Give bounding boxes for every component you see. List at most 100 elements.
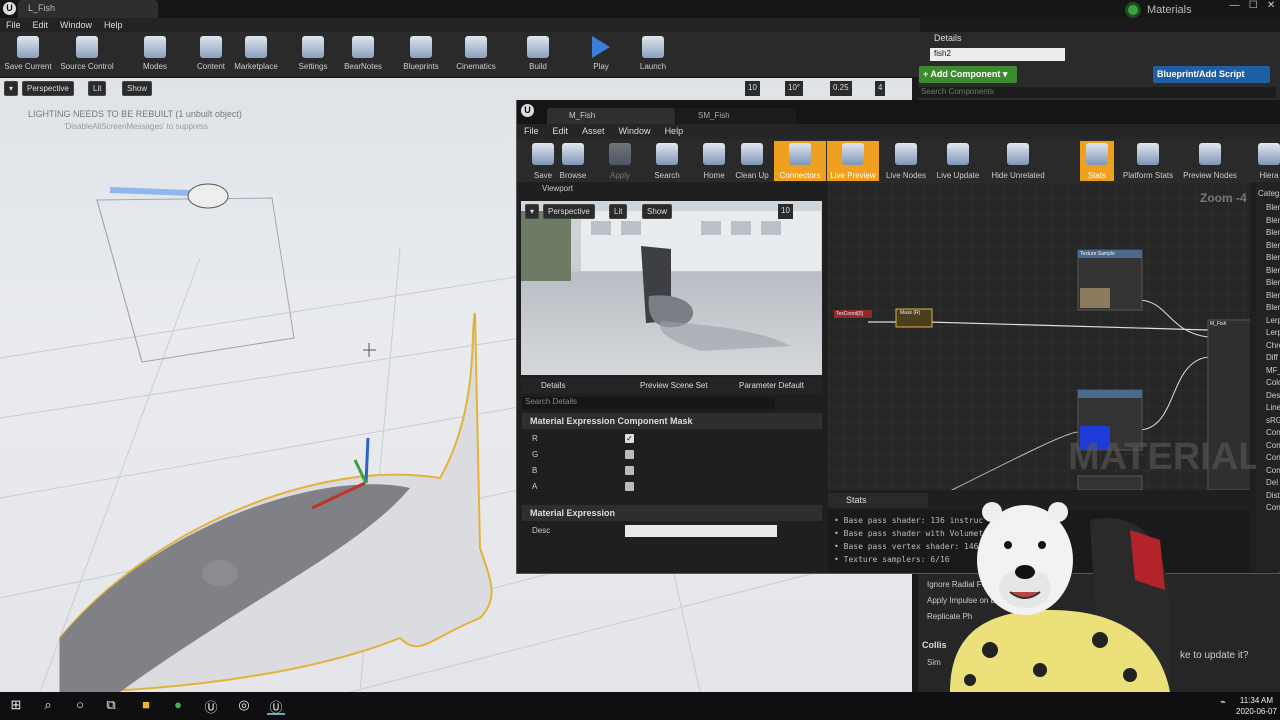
stats-tab[interactable]: Stats — [828, 493, 928, 508]
node-texcoord[interactable]: TexCoord[0] — [836, 311, 863, 317]
material-preview-viewport[interactable] — [521, 201, 822, 375]
channel-g-checkbox[interactable] — [625, 450, 634, 459]
palette-item[interactable]: Blen — [1256, 202, 1280, 215]
mat-search-button[interactable]: Search — [641, 141, 693, 180]
palette-item[interactable]: Blen — [1256, 290, 1280, 303]
palette-item[interactable]: Blen — [1256, 252, 1280, 265]
channel-a-checkbox[interactable] — [625, 482, 634, 491]
cortana-icon[interactable]: ○ — [71, 697, 89, 715]
close-button[interactable]: ✕ — [1267, 0, 1275, 14]
show-button[interactable]: Show — [122, 81, 153, 96]
tab-parameter-default[interactable]: Parameter Default — [739, 381, 804, 390]
mat-preview-nodes-button[interactable]: Preview Nodes — [1182, 141, 1238, 180]
mat-live-nodes-button[interactable]: Live Nodes — [880, 141, 932, 180]
launch-button[interactable]: Launch — [625, 34, 681, 71]
lit-button[interactable]: Lit — [88, 81, 107, 96]
palette-item[interactable]: Del — [1256, 477, 1280, 490]
rotation-snap-value[interactable]: 10° — [785, 81, 804, 96]
menu-window[interactable]: Window — [54, 18, 98, 32]
palette-item[interactable]: Con — [1256, 452, 1280, 465]
mat-live-update-button[interactable]: Live Update — [932, 141, 984, 180]
unity-taskbar-icon[interactable]: ◎ — [235, 697, 253, 715]
viewport-options-button[interactable]: ▾ — [4, 81, 18, 96]
mat-live-preview-button[interactable]: Live Preview — [827, 141, 879, 181]
palette-item[interactable]: Con — [1256, 465, 1280, 478]
palette-item[interactable]: Blen — [1256, 302, 1280, 315]
grid-snap-value[interactable]: 10 — [745, 81, 760, 96]
mat-apply-button[interactable]: Apply — [594, 141, 646, 180]
palette-item[interactable]: Lerp — [1256, 327, 1280, 340]
marketplace-button[interactable]: Marketplace — [228, 34, 284, 71]
palette-item[interactable]: Diff — [1256, 352, 1280, 365]
mat-hide-unrelated-button[interactable]: Hide Unrelated — [987, 141, 1049, 180]
source-control-button[interactable]: Source Control — [58, 34, 116, 71]
search-icon[interactable]: ⌕ — [39, 697, 57, 715]
palette-item[interactable]: Lerp — [1256, 315, 1280, 328]
palette-item[interactable]: Con — [1256, 440, 1280, 453]
menu-help[interactable]: Help — [98, 18, 129, 32]
preview-perspective-button[interactable]: Perspective — [543, 204, 595, 219]
search-details-input[interactable]: Search Details — [522, 397, 775, 409]
level-tab[interactable]: L_Fish — [18, 0, 158, 18]
mat-menu-file[interactable]: File — [517, 124, 546, 139]
node-texture-sample-1[interactable]: Texture Sample — [1080, 251, 1115, 257]
tab-sm-fish[interactable]: SM_Fish — [676, 108, 796, 124]
cinematics-button[interactable]: Cinematics — [448, 34, 504, 71]
details-tab[interactable]: Details — [922, 33, 1042, 47]
mat-connectors-button[interactable]: Connectors — [774, 141, 826, 181]
tab-m-fish[interactable]: M_Fish — [547, 108, 675, 124]
mat-hierarchy-button[interactable]: Hiera — [1257, 141, 1280, 180]
mat-menu-asset[interactable]: Asset — [575, 124, 612, 139]
mat-menu-window[interactable]: Window — [612, 124, 658, 139]
add-component-button[interactable]: + Add Component ▾ — [919, 66, 1017, 83]
tab-preview-scene-set[interactable]: Preview Scene Set — [640, 381, 708, 390]
modes-button[interactable]: Modes — [127, 34, 183, 71]
unreal-taskbar-icon[interactable]: Ⓤ — [202, 697, 220, 715]
build-button[interactable]: Build — [510, 34, 566, 71]
chrome-icon[interactable]: ● — [169, 697, 187, 715]
maximize-button[interactable]: ☐ — [1249, 0, 1258, 14]
details-search-input[interactable]: fish2 — [930, 48, 1065, 61]
palette-item[interactable]: Blen — [1256, 265, 1280, 278]
preview-viewport-tab[interactable]: Viewport — [522, 184, 602, 198]
palette-item[interactable]: sRG — [1256, 415, 1280, 428]
mat-platform-stats-button[interactable]: Platform Stats — [1120, 141, 1176, 180]
mat-cleanup-button[interactable]: Clean Up — [726, 141, 778, 180]
mat-menu-help[interactable]: Help — [658, 124, 691, 139]
minimize-button[interactable]: — — [1230, 0, 1240, 14]
scale-snap-value[interactable]: 0.25 — [830, 81, 852, 96]
blueprint-add-script-button[interactable]: Blueprint/Add Script — [1153, 66, 1270, 83]
menu-file[interactable]: File — [0, 18, 27, 32]
bearnotes-button[interactable]: BearNotes — [335, 34, 391, 71]
palette-item[interactable]: Blen — [1256, 240, 1280, 253]
palette-item[interactable]: Dist — [1256, 490, 1280, 503]
palette-item[interactable]: Blen — [1256, 277, 1280, 290]
mat-browse-button[interactable]: Browse — [547, 141, 599, 180]
camera-speed-value[interactable]: 4 — [875, 81, 886, 96]
network-icon[interactable]: ⌁ — [1214, 697, 1232, 715]
tab-details[interactable]: Details — [541, 381, 565, 390]
section-material-expression[interactable]: Material Expression — [522, 505, 822, 521]
palette-item[interactable]: MF_ — [1256, 365, 1280, 378]
preview-show-button[interactable]: Show — [642, 204, 673, 219]
preview-lit-button[interactable]: Lit — [609, 204, 628, 219]
palette-item[interactable]: Blen — [1256, 215, 1280, 228]
node-output[interactable]: M_Fish — [1210, 321, 1226, 327]
section-component-mask[interactable]: Material Expression Component Mask — [522, 413, 822, 429]
perspective-button[interactable]: Perspective — [22, 81, 74, 96]
palette-item[interactable]: Chro — [1256, 340, 1280, 353]
palette-item[interactable]: Colo — [1256, 377, 1280, 390]
settings-button[interactable]: Settings — [285, 34, 341, 71]
preview-snap-value[interactable]: 10 — [778, 204, 793, 219]
start-icon[interactable]: ⊞ — [7, 697, 25, 715]
preview-options-button[interactable]: ▾ — [525, 204, 539, 219]
play-button[interactable]: Play — [573, 34, 629, 71]
palette-item[interactable]: Con — [1256, 427, 1280, 440]
mat-stats-button[interactable]: Stats — [1080, 141, 1114, 181]
save-current-button[interactable]: Save Current — [0, 34, 56, 71]
blueprints-button[interactable]: Blueprints — [393, 34, 449, 71]
palette-item[interactable]: Line — [1256, 402, 1280, 415]
unreal-editor-taskbar-icon[interactable]: Ⓤ — [267, 697, 285, 715]
palette-item[interactable]: Des — [1256, 390, 1280, 403]
palette-item[interactable]: Con — [1256, 502, 1280, 515]
